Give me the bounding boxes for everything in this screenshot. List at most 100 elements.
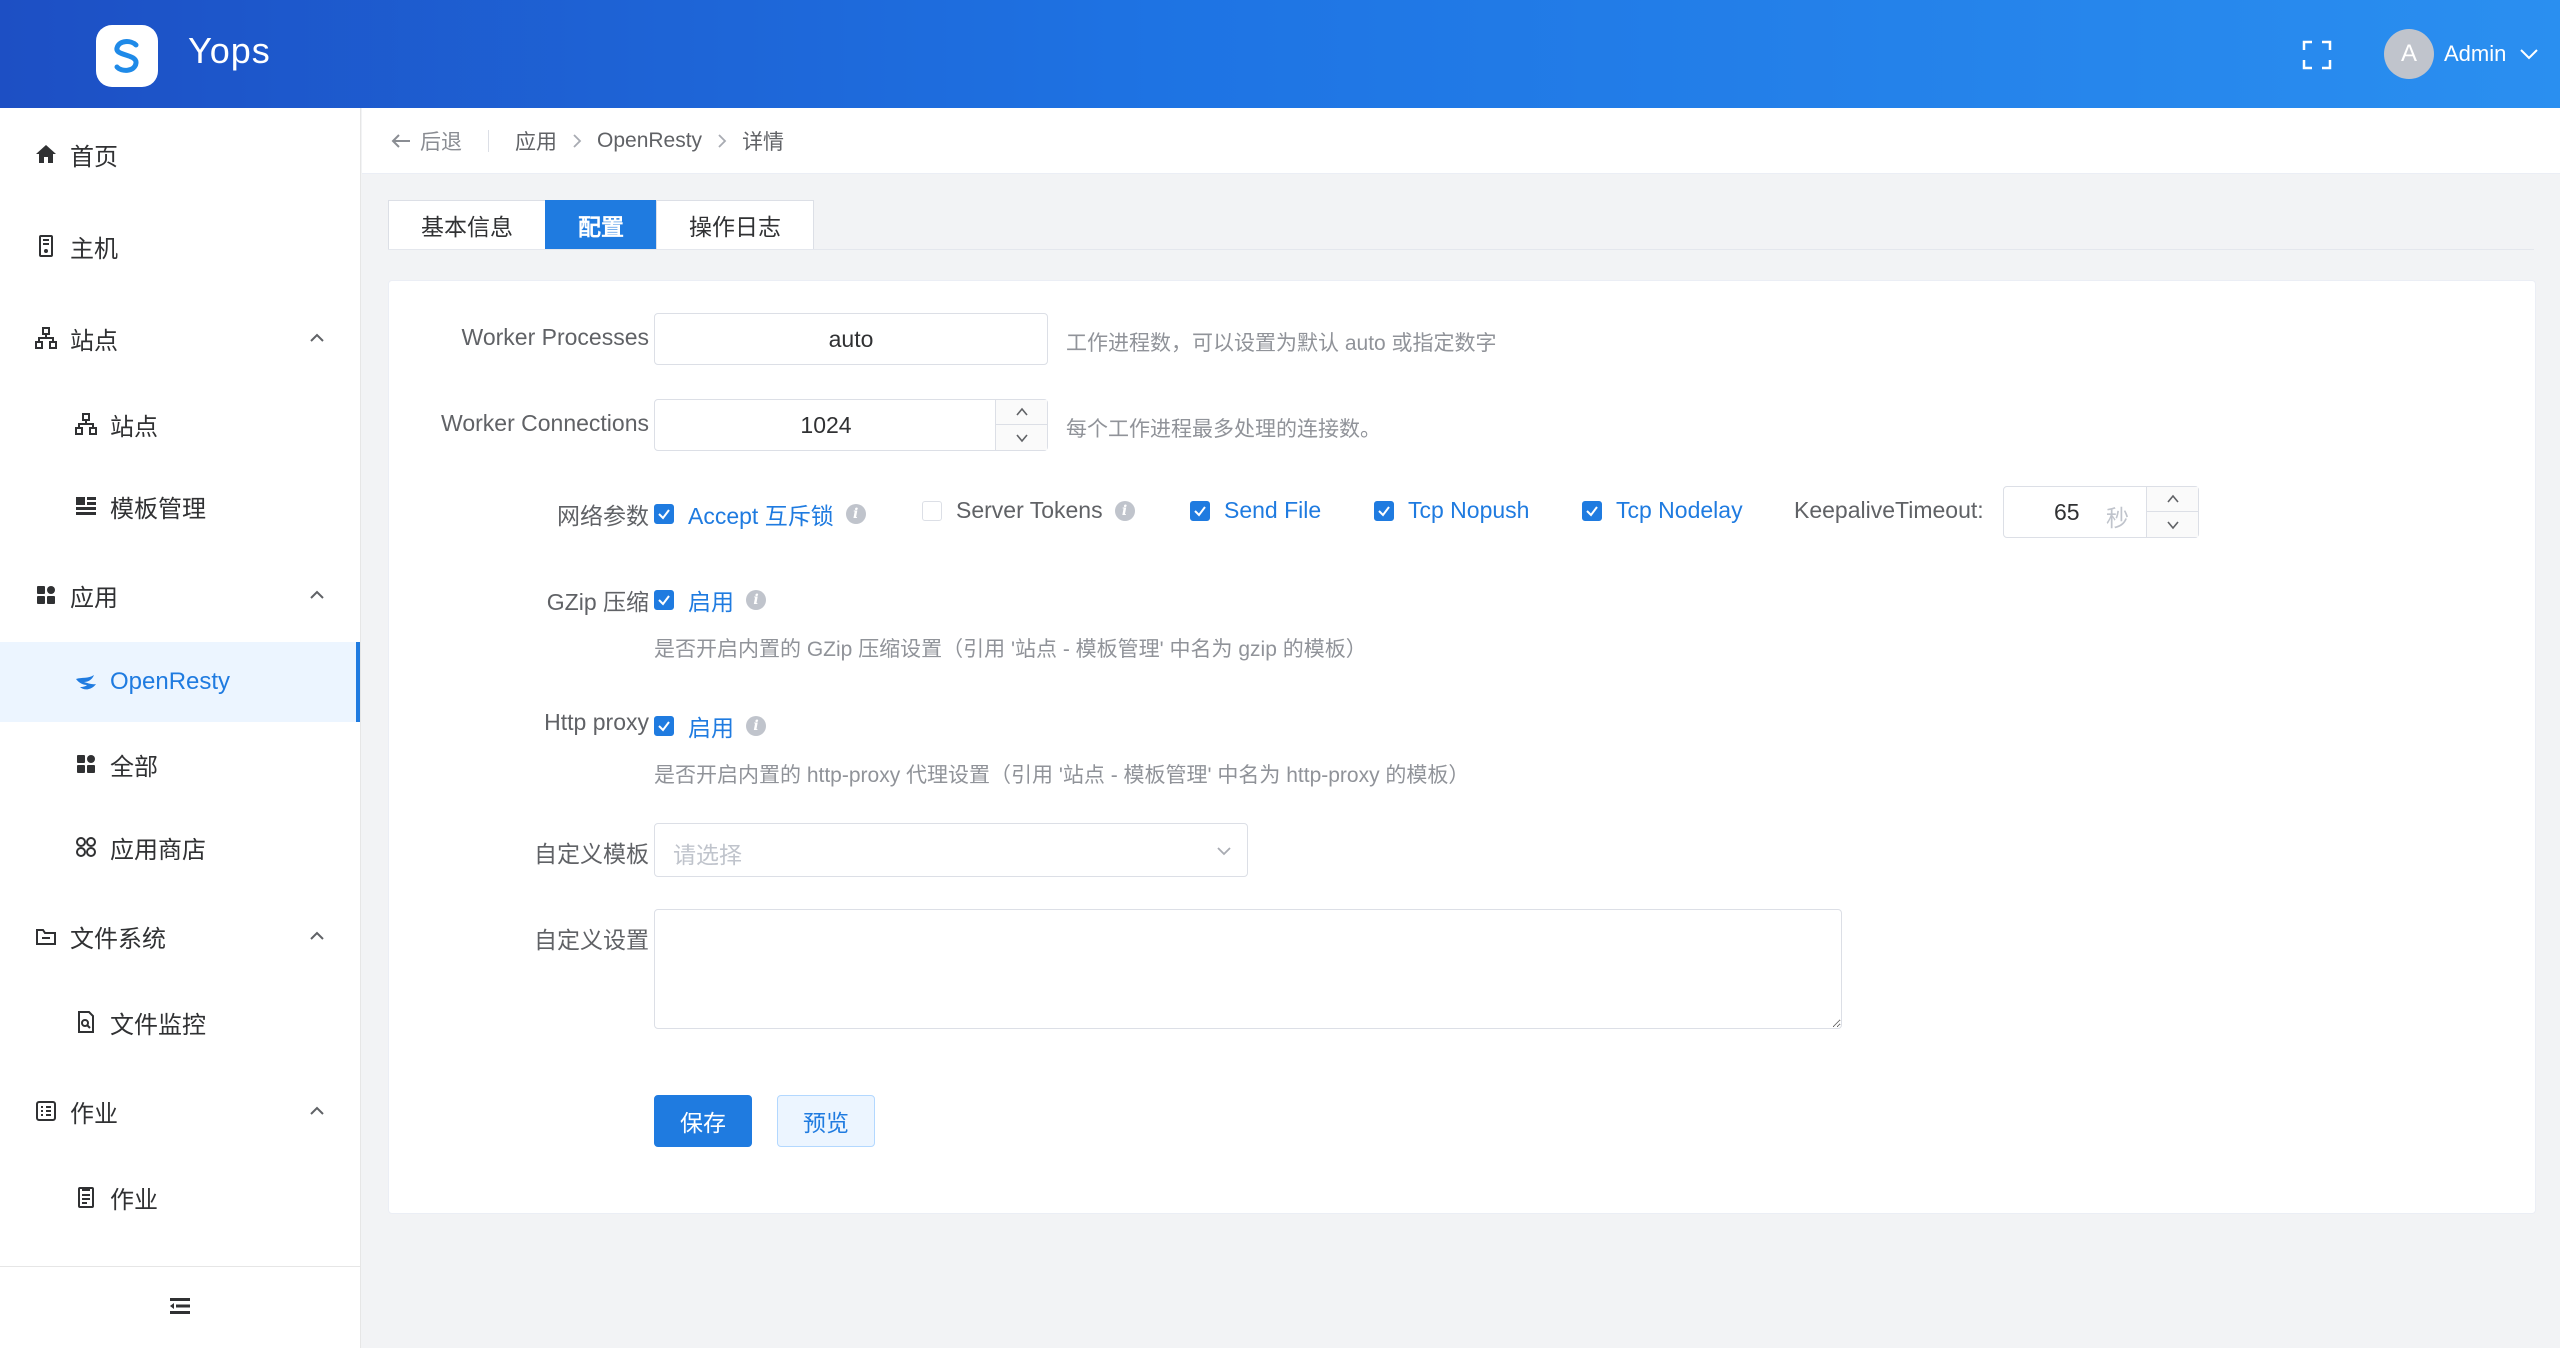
user-menu[interactable]: A Admin — [2384, 28, 2540, 80]
chevron-up-icon — [310, 931, 324, 940]
keepalive-timeout-label: KeepaliveTimeout: — [1794, 497, 1984, 523]
tab-operation-log[interactable]: 操作日志 — [656, 200, 814, 250]
increment-button[interactable] — [2147, 487, 2198, 512]
checkbox-accept-mutex[interactable]: Accept 互斥锁 i — [654, 497, 866, 531]
sidebar-item-openresty[interactable]: OpenResty — [0, 642, 360, 722]
task-icon — [74, 1185, 98, 1209]
sidebar-item-label: 作业 — [70, 1100, 118, 1128]
apps-icon — [74, 752, 98, 776]
sitemap-icon — [34, 326, 58, 350]
user-name: Admin — [2444, 41, 2507, 66]
info-icon[interactable]: i — [746, 590, 766, 610]
sidebar-item-home[interactable]: 首页 — [0, 114, 360, 194]
checkbox-send-file[interactable]: Send File — [1190, 497, 1321, 524]
top-header: Yops A Admin — [0, 0, 2560, 108]
worker-processes-label: Worker Processes — [461, 324, 649, 350]
sidebar-item-label: 首页 — [70, 143, 118, 171]
keepalive-timeout-stepper[interactable]: 65 秒 — [2003, 486, 2199, 538]
info-icon[interactable]: i — [845, 504, 866, 524]
home-icon — [34, 142, 58, 166]
checkbox-label: Tcp Nodelay — [1616, 497, 1743, 523]
worker-connections-stepper[interactable]: 1024 — [654, 399, 1048, 451]
job-icon — [34, 1099, 58, 1123]
checkbox-unchecked-icon — [922, 500, 942, 521]
worker-processes-input[interactable]: auto — [654, 313, 1048, 365]
sidebar-item-sites[interactable]: 站点 — [0, 384, 360, 464]
sidebar-item-jobs[interactable]: 作业 — [0, 1157, 360, 1237]
sidebar-item-jobs-group[interactable]: 作业 — [0, 1071, 360, 1151]
custom-settings-textarea[interactable] — [654, 909, 1842, 1029]
worker-processes-value: auto — [828, 326, 874, 352]
decrement-button[interactable] — [996, 425, 1047, 450]
app-title[interactable]: Yops — [188, 30, 271, 72]
sidebar-item-apps-group[interactable]: 应用 — [0, 555, 360, 635]
config-panel: Worker Processes auto 工作进程数，可以设置为默认 auto… — [388, 280, 2536, 1214]
menu-collapse-icon[interactable] — [168, 1294, 192, 1318]
decrement-button[interactable] — [2147, 512, 2198, 537]
sidebar-item-label: 主机 — [70, 235, 118, 263]
sidebar-item-app-store[interactable]: 应用商店 — [0, 807, 360, 887]
chevron-up-icon — [1015, 407, 1028, 416]
checkbox-label: Send File — [1224, 497, 1322, 523]
increment-button[interactable] — [996, 400, 1047, 425]
save-button[interactable]: 保存 — [654, 1095, 752, 1147]
chevron-up-icon — [310, 333, 324, 342]
breadcrumb-item[interactable]: OpenResty — [597, 129, 702, 153]
sidebar-item-label: 站点 — [110, 413, 158, 441]
worker-connections-hint: 每个工作进程最多处理的连接数。 — [1066, 418, 1381, 441]
sidebar-item-label: 应用商店 — [110, 836, 206, 864]
checkbox-label: Server Tokens — [956, 497, 1103, 523]
checkbox-tcp-nodelay[interactable]: Tcp Nodelay — [1582, 497, 1743, 524]
sidebar-item-templates[interactable]: 模板管理 — [0, 466, 360, 546]
http-proxy-label: Http proxy — [544, 709, 649, 735]
checkbox-gzip-enable[interactable]: 启用 i — [654, 583, 766, 617]
sidebar-item-label: OpenResty — [110, 668, 231, 695]
breadcrumb-divider — [488, 129, 489, 152]
sidebar-item-label: 模板管理 — [110, 495, 206, 523]
template-icon — [74, 494, 98, 518]
chevron-down-icon — [1015, 433, 1028, 442]
tab-basic-info[interactable]: 基本信息 — [388, 200, 545, 250]
preview-button[interactable]: 预览 — [777, 1095, 875, 1147]
chevron-up-icon — [310, 590, 324, 599]
sidebar-item-filesystem-group[interactable]: 文件系统 — [0, 896, 360, 976]
checkbox-server-tokens[interactable]: Server Tokens i — [922, 497, 1135, 524]
info-icon[interactable]: i — [1114, 500, 1135, 521]
tabs-underline — [388, 249, 2534, 250]
sidebar-item-label: 全部 — [110, 753, 158, 781]
checkbox-checked-icon — [654, 716, 674, 736]
folder-icon — [34, 924, 58, 948]
worker-connections-label: Worker Connections — [441, 410, 649, 436]
gzip-hint: 是否开启内置的 GZip 压缩设置（引用 '站点 - 模板管理' 中名为 gzi… — [654, 638, 1367, 661]
sidebar-item-file-monitor[interactable]: 文件监控 — [0, 982, 360, 1062]
keepalive-timeout-unit: 秒 — [2106, 505, 2129, 531]
gzip-label: GZip 压缩 — [546, 589, 649, 615]
file-monitor-icon — [74, 1010, 98, 1034]
tab-config[interactable]: 配置 — [545, 200, 656, 250]
breadcrumb-item[interactable]: 应用 — [515, 126, 557, 156]
checkbox-label: 启用 — [688, 715, 734, 741]
stepper-buttons — [2146, 487, 2198, 537]
openresty-icon — [74, 670, 98, 694]
sidebar: 首页 主机 站点 站点 模板管理 应用 OpenResty 全部 应用商店 文件… — [0, 108, 361, 1348]
info-icon[interactable]: i — [746, 716, 766, 736]
fullscreen-icon[interactable] — [2300, 38, 2334, 72]
custom-template-select[interactable]: 请选择 — [654, 823, 1248, 877]
select-placeholder: 请选择 — [673, 842, 742, 868]
keepalive-timeout-value: 65 — [2054, 499, 2080, 525]
checkbox-http-proxy-enable[interactable]: 启用 i — [654, 709, 766, 743]
checkbox-checked-icon — [1190, 500, 1210, 521]
sidebar-item-all-apps[interactable]: 全部 — [0, 724, 360, 804]
sidebar-item-label: 文件系统 — [70, 925, 166, 953]
sidebar-item-sites-group[interactable]: 站点 — [0, 298, 360, 378]
checkbox-tcp-nopush[interactable]: Tcp Nopush — [1374, 497, 1529, 524]
sidebar-item-host[interactable]: 主机 — [0, 206, 360, 286]
checkbox-label: Accept 互斥锁 — [688, 503, 834, 529]
checkbox-checked-icon — [654, 504, 674, 524]
app-logo-icon[interactable] — [96, 25, 158, 87]
checkbox-label: 启用 — [688, 589, 734, 615]
breadcrumb-item-current: 详情 — [742, 130, 785, 154]
back-button[interactable]: 后退 — [390, 126, 462, 156]
chevron-down-icon — [2520, 49, 2539, 60]
sidebar-item-label: 站点 — [70, 327, 118, 355]
